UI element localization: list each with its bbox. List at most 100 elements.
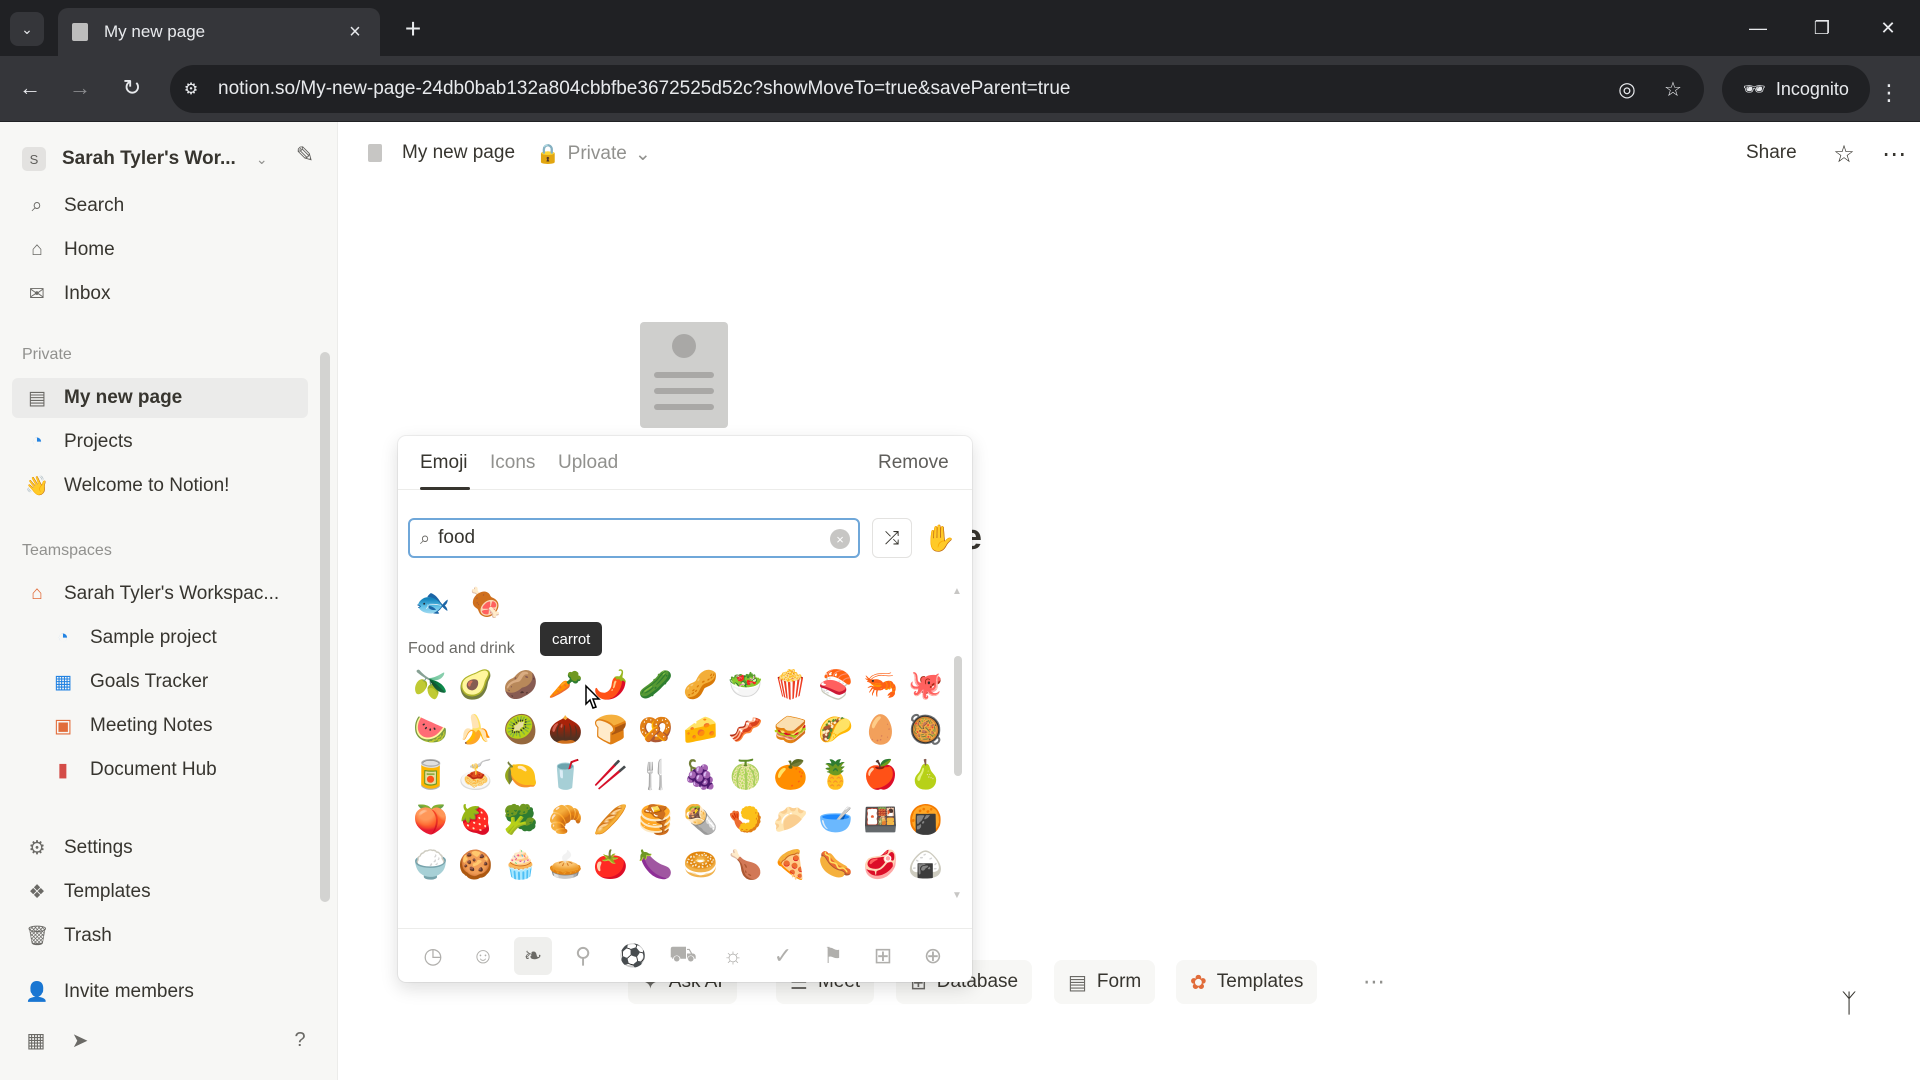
emoji-item[interactable]: 🍈: [723, 752, 768, 797]
clear-search-icon[interactable]: ×: [830, 529, 850, 549]
emoji-item[interactable]: 🥦: [498, 797, 543, 842]
sidebar-item-my-new-page[interactable]: ▤ My new page: [12, 378, 308, 418]
lightbulb-icon[interactable]: ☼: [714, 937, 752, 975]
scroll-down-icon[interactable]: ▼: [952, 890, 962, 901]
emoji-item[interactable]: 🍞: [588, 707, 633, 752]
emoji-item[interactable]: 🍓: [453, 797, 498, 842]
emoji-item[interactable]: 🥔: [498, 662, 543, 707]
emoji-item[interactable]: 🐙: [903, 662, 948, 707]
emoji-item[interactable]: 🍗: [723, 842, 768, 887]
emoji-item[interactable]: 🍌: [453, 707, 498, 752]
new-page-icon[interactable]: ✎: [290, 140, 320, 170]
more-actions-icon[interactable]: ⋯: [1352, 960, 1396, 1004]
more-options-icon[interactable]: ⋯: [1878, 138, 1910, 170]
emoji-item[interactable]: 🥯: [678, 842, 723, 887]
emoji-item[interactable]: 🥫: [408, 752, 453, 797]
sidebar-item-templates[interactable]: ❖ Templates: [12, 872, 308, 912]
emoji-item[interactable]: 🥕: [543, 662, 588, 707]
emoji-item[interactable]: 🍖: [463, 580, 508, 625]
calendar-icon[interactable]: ▦: [22, 1026, 50, 1054]
sidebar-item-trash[interactable]: 🗑 Trash: [12, 916, 308, 956]
emoji-search-field[interactable]: ⌕ ×: [408, 518, 860, 558]
food-icon[interactable]: ⚲: [564, 937, 602, 975]
emoji-item[interactable]: 🍿: [768, 662, 813, 707]
forward-icon[interactable]: →: [62, 70, 98, 106]
emoji-item[interactable]: 🌮: [813, 707, 858, 752]
new-tab-button[interactable]: +: [396, 12, 430, 46]
tab-emoji[interactable]: Emoji: [420, 452, 468, 474]
emoji-item[interactable]: 🥑: [453, 662, 498, 707]
breadcrumb[interactable]: My new page: [368, 142, 515, 164]
section-label-private[interactable]: Private: [22, 346, 72, 364]
sidebar-item-sample-project[interactable]: ◔ Sample project: [12, 618, 308, 658]
workspace-switcher[interactable]: S Sarah Tyler's Wor... ⌄: [22, 140, 322, 178]
sidebar-item-teamspace[interactable]: ⌂ Sarah Tyler's Workspac...: [12, 574, 308, 614]
sidebar-item-home[interactable]: ⌂ Home: [12, 230, 308, 270]
emoji-search-input[interactable]: [438, 527, 819, 549]
emoji-item[interactable]: 🧁: [498, 842, 543, 887]
emoji-item[interactable]: 🍎: [858, 752, 903, 797]
emoji-item[interactable]: 🍆: [633, 842, 678, 887]
emoji-item[interactable]: 🍑: [408, 797, 453, 842]
eye-off-icon[interactable]: ◎: [1612, 74, 1642, 104]
emoji-item[interactable]: 🥩: [858, 842, 903, 887]
emoji-item[interactable]: 🍇: [678, 752, 723, 797]
minimize-icon[interactable]: —: [1736, 10, 1780, 46]
tab-search-button[interactable]: ⌄: [10, 12, 44, 46]
flag-icon[interactable]: ⚑: [814, 937, 852, 975]
emoji-item[interactable]: 🍝: [453, 752, 498, 797]
emoji-item[interactable]: 🌯: [678, 797, 723, 842]
tab-upload[interactable]: Upload: [558, 452, 618, 474]
emoji-item[interactable]: 🍱: [858, 797, 903, 842]
ball-icon[interactable]: ⚽: [614, 937, 652, 975]
emoji-item[interactable]: 🥧: [543, 842, 588, 887]
emoji-item[interactable]: 🌭: [813, 842, 858, 887]
picker-scrollbar[interactable]: [954, 656, 962, 776]
emoji-item[interactable]: 🥓: [723, 707, 768, 752]
clock-icon[interactable]: ◷: [414, 937, 452, 975]
emoji-item[interactable]: 🍅: [588, 842, 633, 887]
emoji-item[interactable]: 🐟: [410, 580, 455, 625]
check-icon[interactable]: ✓: [764, 937, 802, 975]
skin-tone-button[interactable]: ✋: [920, 518, 960, 558]
sidebar-item-meeting-notes[interactable]: ▣ Meeting Notes: [12, 706, 308, 746]
browser-tab[interactable]: My new page ×: [58, 8, 380, 56]
emoji-item[interactable]: 🥘: [903, 707, 948, 752]
random-emoji-button[interactable]: ⤮: [872, 518, 912, 558]
scroll-up-icon[interactable]: ▲: [952, 586, 962, 597]
emoji-item[interactable]: 🍉: [408, 707, 453, 752]
tab-icons[interactable]: Icons: [490, 452, 535, 474]
emoji-item[interactable]: 🥚: [858, 707, 903, 752]
sidebar-item-invite-members[interactable]: 👤 Invite members: [12, 972, 308, 1012]
emoji-item[interactable]: 🥞: [633, 797, 678, 842]
sidebar-item-welcome[interactable]: 👋 Welcome to Notion!: [12, 466, 308, 506]
emoji-item[interactable]: 🥜: [678, 662, 723, 707]
emoji-item[interactable]: 🍘: [903, 797, 948, 842]
incognito-indicator[interactable]: 🕶 Incognito: [1722, 65, 1870, 113]
emoji-item[interactable]: 🥣: [813, 797, 858, 842]
emoji-item[interactable]: 🍐: [903, 752, 948, 797]
emoji-item[interactable]: 🥖: [588, 797, 633, 842]
emoji-item[interactable]: 🍕: [768, 842, 813, 887]
emoji-item[interactable]: 🥤: [543, 752, 588, 797]
emoji-item[interactable]: 🍚: [408, 842, 453, 887]
section-label-teamspaces[interactable]: Teamspaces: [22, 542, 112, 560]
remove-button[interactable]: Remove: [878, 452, 949, 474]
emoji-item[interactable]: 🍙: [903, 842, 948, 887]
quick-action-templates[interactable]: ✿ Templates: [1176, 960, 1318, 1004]
favorite-star-icon[interactable]: ☆: [1828, 138, 1860, 170]
site-settings-icon[interactable]: ⚙: [180, 78, 202, 100]
grid-icon[interactable]: ⊞: [864, 937, 902, 975]
sidebar-item-search[interactable]: ⌕ Search: [12, 186, 308, 226]
emoji-item[interactable]: 🥗: [723, 662, 768, 707]
emoji-item[interactable]: 🍊: [768, 752, 813, 797]
emoji-item[interactable]: 🍴: [633, 752, 678, 797]
privacy-badge[interactable]: 🔒 Private ⌄: [536, 142, 651, 166]
emoji-item[interactable]: 🥨: [633, 707, 678, 752]
emoji-item[interactable]: 🥝: [498, 707, 543, 752]
emoji-item[interactable]: 🥢: [588, 752, 633, 797]
plus-circle-icon[interactable]: ⊕: [914, 937, 952, 975]
address-bar[interactable]: notion.so/My-new-page-24db0bab132a804cbb…: [170, 65, 1704, 113]
leaf-icon[interactable]: ❧: [514, 936, 552, 975]
sidebar-item-settings[interactable]: ⚙ Settings: [12, 828, 308, 868]
